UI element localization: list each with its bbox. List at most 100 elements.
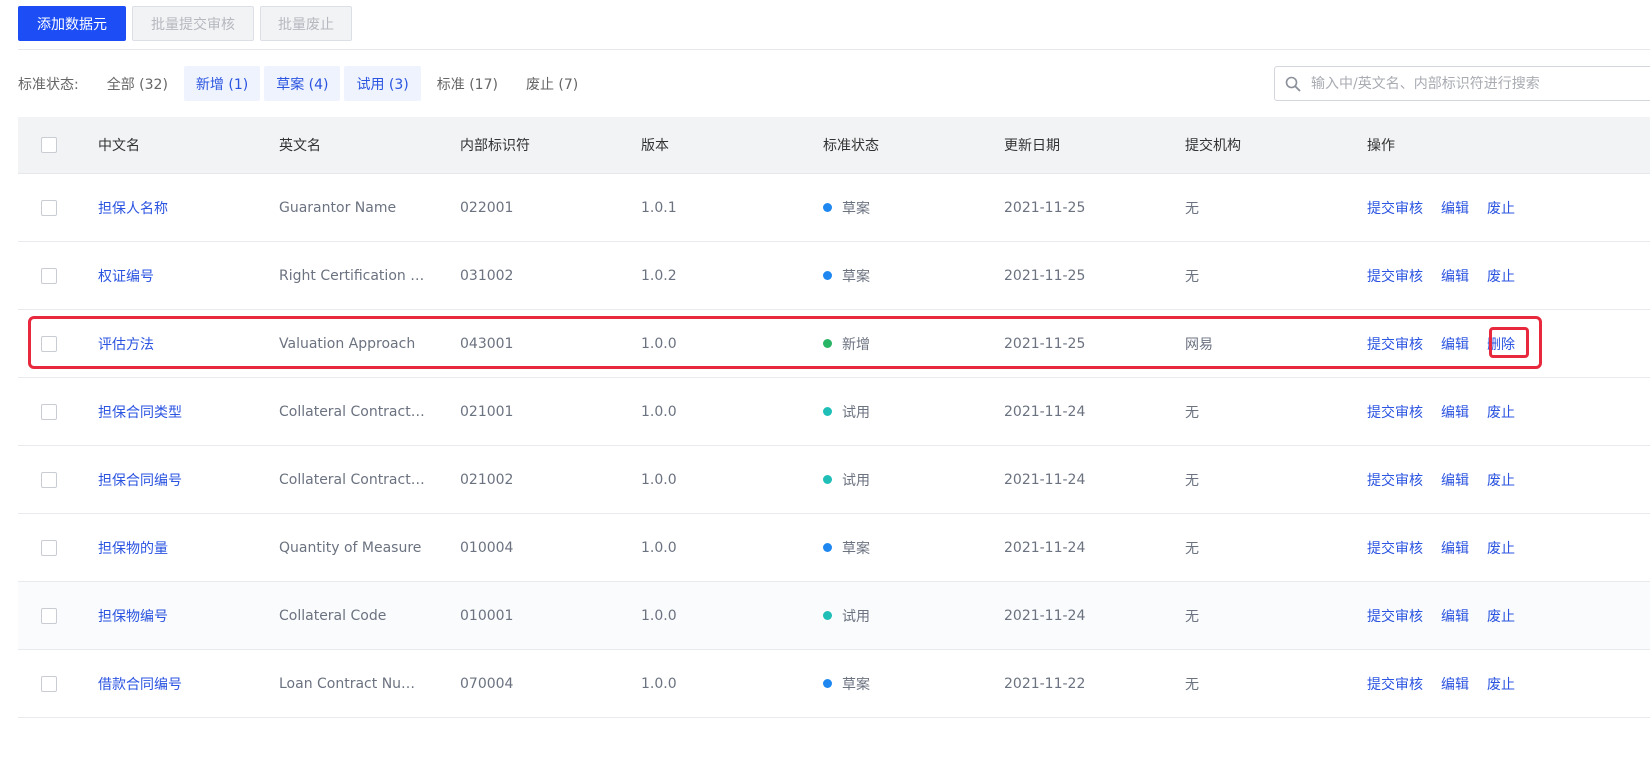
chinese-name-link[interactable]: 担保物编号 [98,606,168,626]
row-actions: 提交审核 编辑 废止 [1367,242,1627,309]
status-dot-icon [823,543,832,552]
edit-link[interactable]: 编辑 [1441,198,1469,218]
table-header: 中文名 英文名 内部标识符 版本 标准状态 更新日期 提交机构 操作 [18,117,1650,174]
abolish-link[interactable]: 废止 [1487,198,1515,218]
header-submitting-org: 提交机构 [1185,138,1241,154]
version: 1.0.0 [641,335,677,352]
add-data-element-button[interactable]: 添加数据元 [18,6,126,41]
english-name: Loan Contract Num... [279,675,425,692]
version: 1.0.0 [641,675,677,692]
chinese-name-link[interactable]: 借款合同编号 [98,674,182,694]
chinese-name-link[interactable]: 担保物的量 [98,538,168,558]
status-text: 草案 [842,540,870,557]
status-filter-chip[interactable]: 标准 (17) [425,66,510,101]
status-filter-chip[interactable]: 草案 (4) [264,66,341,101]
status-filter-chip[interactable]: 新增 (1) [183,66,261,101]
chinese-name-link[interactable]: 担保合同编号 [98,470,182,490]
version: 1.0.0 [641,607,677,624]
row-actions: 提交审核 编辑 废止 [1367,582,1627,649]
abolish-link[interactable]: 废止 [1487,470,1515,490]
table-row: 借款合同编号 Loan Contract Num... 070004 1.0.0 草案 2… [18,650,1650,718]
row-checkbox[interactable] [41,539,57,556]
submit-review-link[interactable]: 提交审核 [1367,402,1423,422]
edit-link[interactable]: 编辑 [1441,470,1469,490]
status-dot-icon [823,339,832,348]
submit-review-link[interactable]: 提交审核 [1367,606,1423,626]
submitting-org: 无 [1185,200,1199,217]
english-name: Right Certification N... [279,267,425,284]
update-date: 2021-11-22 [1004,675,1086,692]
status-filter-label: 标准状态: [18,76,79,93]
abolish-link[interactable]: 废止 [1487,266,1515,286]
table-row: 评估方法 Valuation Approach 043001 1.0.0 新增 2021-… [18,310,1650,378]
english-name: Quantity of Measure [279,539,422,556]
status-filter-chip[interactable]: 废止 (7) [514,66,590,101]
internal-id: 010004 [460,539,514,556]
abolish-link[interactable]: 废止 [1487,538,1515,558]
submit-review-link[interactable]: 提交审核 [1367,198,1423,218]
status-filter-chip[interactable]: 全部 (32) [95,66,180,101]
chinese-name-link[interactable]: 担保人名称 [98,198,168,218]
submitting-org: 无 [1185,268,1199,285]
search-input[interactable] [1309,74,1613,93]
edit-link[interactable]: 编辑 [1441,402,1469,422]
submit-review-link[interactable]: 提交审核 [1367,674,1423,694]
status-dot-icon [823,679,832,688]
english-name: Collateral Code [279,607,387,624]
header-internal-id: 内部标识符 [460,138,530,154]
version: 1.0.0 [641,403,677,420]
row-checkbox[interactable] [41,675,57,692]
submit-review-link[interactable]: 提交审核 [1367,266,1423,286]
table-row: 担保物编号 Collateral Code 010001 1.0.0 试用 2021-11… [18,582,1650,650]
search-box[interactable] [1274,66,1650,101]
delete-link[interactable]: 删除 [1487,334,1515,354]
row-checkbox[interactable] [41,267,57,284]
chinese-name-link[interactable]: 评估方法 [98,334,154,354]
internal-id: 070004 [460,675,514,692]
table-row: 担保人名称 Guarantor Name 022001 1.0.1 草案 2021-11-… [18,174,1650,242]
row-checkbox[interactable] [41,199,57,216]
select-all-checkbox[interactable] [41,137,57,153]
submitting-org: 无 [1185,472,1199,489]
status-text: 草案 [842,268,870,285]
table-body: 担保人名称 Guarantor Name 022001 1.0.1 草案 2021-11-… [18,174,1650,718]
abolish-link[interactable]: 废止 [1487,606,1515,626]
row-checkbox[interactable] [41,335,57,352]
row-checkbox[interactable] [41,471,57,488]
status-filter-chip[interactable]: 试用 (3) [344,66,421,101]
status-text: 试用 [842,472,870,489]
submit-review-link[interactable]: 提交审核 [1367,538,1423,558]
version: 1.0.0 [641,471,677,488]
internal-id: 022001 [460,199,514,216]
version: 1.0.2 [641,267,677,284]
edit-link[interactable]: 编辑 [1441,538,1469,558]
edit-link[interactable]: 编辑 [1441,266,1469,286]
chinese-name-link[interactable]: 担保合同类型 [98,402,182,422]
chinese-name-link[interactable]: 权证编号 [98,266,154,286]
table-row: 担保合同编号 Collateral Contract ... 021002 1.0.0… [18,446,1650,514]
batch-submit-review-button[interactable]: 批量提交审核 [132,6,254,41]
row-checkbox[interactable] [41,607,57,624]
status-dot-icon [823,407,832,416]
batch-abolish-button[interactable]: 批量废止 [260,6,352,41]
edit-link[interactable]: 编辑 [1441,606,1469,626]
status-dot-icon [823,271,832,280]
row-actions: 提交审核 编辑 废止 [1367,378,1627,445]
abolish-link[interactable]: 废止 [1487,674,1515,694]
version: 1.0.1 [641,199,677,216]
row-actions: 提交审核 编辑 废止 [1367,174,1627,241]
status-filter-bar: 标准状态: 全部 (32) 新增 (1) 草案 (4) 试用 (3) 标准 (17) 废止… [18,66,594,101]
update-date: 2021-11-24 [1004,539,1086,556]
status-text: 新增 [842,336,870,353]
row-checkbox[interactable] [41,403,57,420]
submit-review-link[interactable]: 提交审核 [1367,334,1423,354]
internal-id: 010001 [460,607,514,624]
submit-review-link[interactable]: 提交审核 [1367,470,1423,490]
edit-link[interactable]: 编辑 [1441,674,1469,694]
edit-link[interactable]: 编辑 [1441,334,1469,354]
header-version: 版本 [641,138,669,154]
abolish-link[interactable]: 废止 [1487,402,1515,422]
submitting-org: 无 [1185,608,1199,625]
internal-id: 021002 [460,471,514,488]
status-dot-icon [823,203,832,212]
